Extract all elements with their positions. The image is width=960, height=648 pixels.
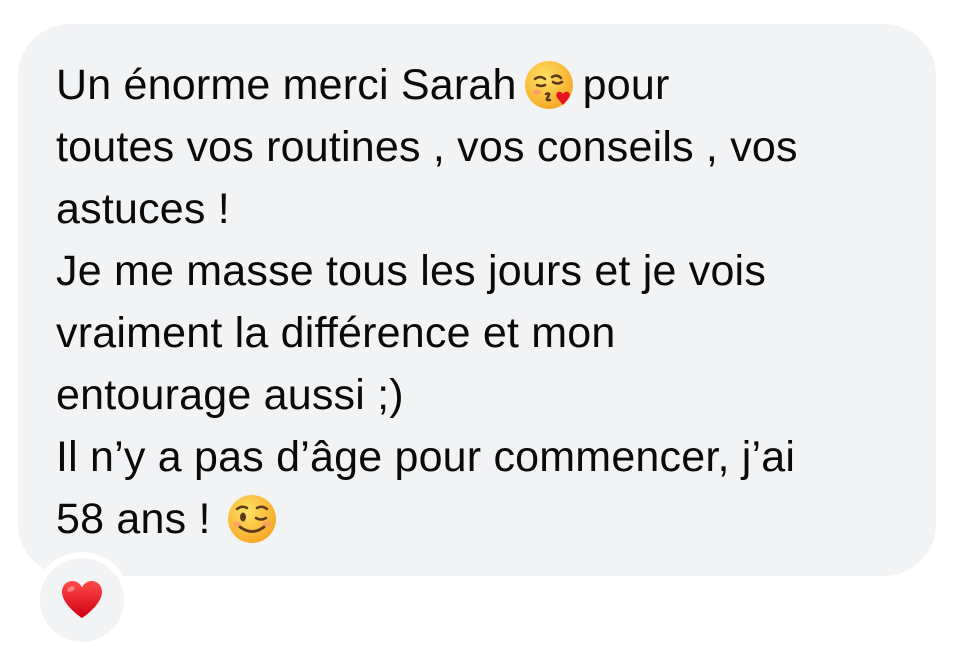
message-line: Il n’y a pas d’âge pour commencer, j’ai [56, 433, 796, 481]
message-line: entourage aussi ;) [56, 371, 404, 419]
heart-reaction[interactable] [34, 552, 130, 648]
message-line: Je me masse tous les jours et je vois [56, 247, 767, 295]
message-line: astuces ! [56, 185, 230, 233]
message-line: Un énorme merci Sarah pour [56, 54, 906, 116]
red-heart-icon [62, 581, 102, 618]
message-line: vraiment la différence et mon [56, 309, 616, 357]
message-text: pour [582, 61, 670, 109]
winking-face-icon [225, 492, 279, 546]
message-text: Un énorme merci Sarah [56, 61, 517, 109]
kissing-face-with-heart-icon [523, 58, 577, 112]
message-line: toutes vos routines , vos conseils , vos [56, 123, 798, 171]
message-bubble[interactable]: Un énorme merci Sarah pour toutes vos ro… [18, 24, 936, 576]
message-line: 58 ans ! [56, 488, 906, 550]
message-text: 58 ans ! [56, 495, 211, 543]
